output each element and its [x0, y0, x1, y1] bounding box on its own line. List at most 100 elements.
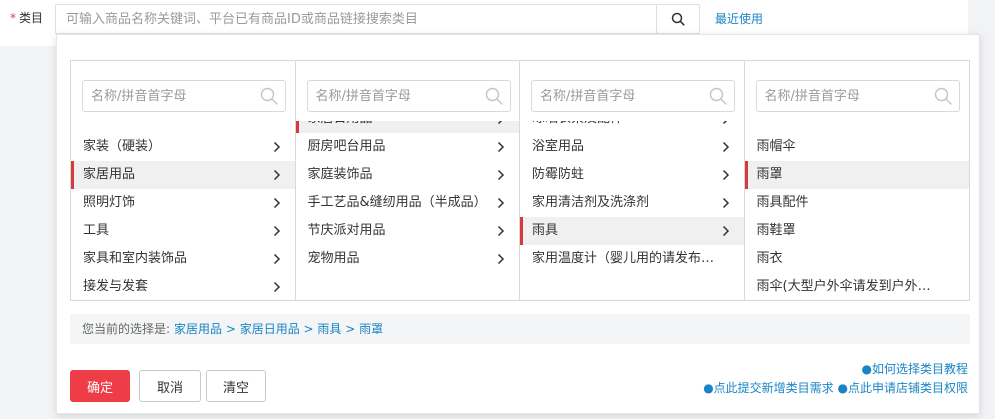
category-tutorial-link[interactable]: ●如何选择类目教程: [703, 360, 968, 379]
category-item-label: 家用清洁剂及洗涤剂: [532, 195, 650, 210]
category-item[interactable]: 家居日用品: [295, 121, 519, 133]
category-item[interactable]: 手工艺品&缝纫用品（半成品）: [296, 189, 520, 217]
category-item[interactable]: 雨鞋罩: [745, 217, 970, 245]
category-item[interactable]: 雨帽伞: [745, 133, 970, 161]
chevron-right-icon: [497, 141, 505, 153]
category-list: 晾晒衣架及配件浴室用品防霉防蛀家用清洁剂及洗涤剂雨具家用温度计（婴儿用的请发布…: [520, 121, 744, 300]
category-item-label: 家装（硬装）: [83, 139, 162, 154]
category-item[interactable]: 雨罩: [744, 161, 969, 189]
column-filter-input[interactable]: [531, 80, 735, 112]
category-list: 家居日用品厨房吧台用品家庭装饰品手工艺品&缝纫用品（半成品） 节庆派对用品宠物用品: [295, 121, 520, 300]
recent-used-link[interactable]: 最近使用: [715, 10, 763, 27]
category-item-label: 家具和室内装饰品: [83, 251, 188, 266]
category-item[interactable]: 雨伞(大型户外伞请发到户外…: [745, 273, 970, 300]
category-item[interactable]: 雨具配件: [745, 189, 970, 217]
category-item-label: 晾晒衣架及配件: [532, 121, 623, 126]
category-item[interactable]: 家庭装饰品: [296, 161, 520, 189]
category-item[interactable]: 家用温度计（婴儿用的请发布…: [520, 245, 744, 273]
category-item[interactable]: 家具和室内装饰品: [71, 245, 295, 273]
category-item-label: 节庆派对用品: [307, 223, 386, 238]
search-icon: [485, 87, 503, 105]
category-item-label: 宠物用品: [307, 251, 360, 266]
chevron-right-icon: [497, 225, 505, 237]
cancel-button[interactable]: 取消: [139, 370, 201, 402]
chevron-right-icon: [722, 121, 727, 125]
chevron-right-icon: [497, 197, 505, 209]
current-selection-path[interactable]: 家居用品 > 家居日用品 > 雨具 > 雨罩: [174, 322, 383, 336]
category-item[interactable]: 家用清洁剂及洗涤剂: [520, 189, 744, 217]
apply-category-permission-link[interactable]: ●点此申请店铺类目权限: [838, 381, 968, 395]
category-item-label: 雨鞋罩: [756, 223, 796, 238]
search-icon: [709, 87, 727, 105]
chevron-right-icon: [273, 169, 280, 181]
category-item-label: 雨衣: [756, 251, 783, 266]
chevron-right-icon: [497, 121, 503, 125]
column-filter-input[interactable]: [306, 80, 511, 112]
chevron-right-icon: [722, 169, 729, 181]
help-links: ●如何选择类目教程 ●点此提交新增类目需求 ●点此申请店铺类目权限: [703, 360, 968, 398]
search-icon: [260, 87, 278, 105]
category-item[interactable]: 浴室用品: [520, 133, 744, 161]
category-item[interactable]: 工具: [71, 217, 295, 245]
category-item[interactable]: 宠物用品: [296, 245, 520, 273]
category-item-label: 照明灯饰: [83, 195, 136, 210]
chevron-right-icon: [273, 225, 280, 237]
category-item-label: 家庭装饰品: [307, 167, 373, 182]
category-item[interactable]: 雨衣: [745, 245, 970, 273]
category-search-input[interactable]: [55, 4, 657, 34]
required-mark: *: [10, 11, 16, 25]
chevron-right-icon: [722, 225, 729, 237]
category-list: 家装（硬装） 家居用品照明灯饰工具家具和室内装饰品 接发与发套: [71, 121, 295, 300]
chevron-right-icon: [273, 197, 280, 209]
chevron-right-icon: [722, 141, 729, 153]
category-item[interactable]: 雨具: [520, 217, 744, 245]
search-icon: [671, 12, 685, 26]
category-item-label: 浴室用品: [532, 139, 585, 154]
category-field-label: * 类目: [10, 9, 43, 26]
category-item-label: 家居用品: [83, 167, 136, 182]
chevron-right-icon: [273, 141, 280, 153]
category-item[interactable]: 防霉防蛀: [520, 161, 744, 189]
chevron-right-icon: [273, 253, 280, 265]
category-item-label: 防霉防蛀: [532, 167, 585, 182]
category-item-label: 家用温度计（婴儿用的请发布…: [532, 251, 715, 266]
submit-new-category-link[interactable]: ●点此提交新增类目需求: [703, 381, 833, 395]
category-columns: 家装（硬装） 家居用品照明灯饰工具家具和室内装饰品接发与发套 家居日用品厨房吧台用…: [70, 60, 970, 301]
category-item[interactable]: 厨房吧台用品: [296, 133, 520, 161]
category-item-label: 工具: [83, 223, 110, 238]
column-filter-input[interactable]: [82, 80, 286, 112]
chevron-right-icon: [722, 197, 729, 209]
current-selection-label: 您当前的选择是:: [82, 322, 171, 336]
category-item-label: 雨帽伞: [756, 139, 796, 154]
category-column-level-1: 家装（硬装） 家居用品照明灯饰工具家具和室内装饰品接发与发套: [71, 61, 296, 300]
category-item-label: 雨罩: [756, 167, 783, 182]
current-selection-bar: 您当前的选择是: 家居用品 > 家居日用品 > 雨具 > 雨罩: [70, 314, 970, 344]
category-item-label: 手工艺品&缝纫用品（半成品）: [307, 195, 487, 210]
chevron-right-icon: [273, 281, 280, 293]
confirm-button[interactable]: 确定: [70, 370, 130, 402]
category-item[interactable]: 家装（硬装）: [71, 133, 295, 161]
search-icon: [934, 87, 952, 105]
category-column-level-4: 雨帽伞雨罩雨具配件雨鞋罩雨衣雨伞(大型户外伞请发到户外…: [744, 61, 970, 300]
category-picker-popup: 家装（硬装） 家居用品照明灯饰工具家具和室内装饰品接发与发套 家居日用品厨房吧台用…: [56, 34, 980, 414]
category-search-button[interactable]: [656, 4, 700, 34]
chevron-right-icon: [497, 169, 505, 181]
category-item[interactable]: 接发与发套: [71, 273, 295, 300]
category-item[interactable]: 家居用品: [71, 161, 295, 189]
category-item[interactable]: 节庆派对用品: [296, 217, 520, 245]
category-column-level-2: 家居日用品厨房吧台用品家庭装饰品手工艺品&缝纫用品（半成品） 节庆派对用品宠物用品: [295, 61, 520, 300]
chevron-right-icon: [497, 253, 505, 265]
category-item[interactable]: 照明灯饰: [71, 189, 295, 217]
category-item-label: 家居日用品: [308, 121, 373, 126]
category-label-text: 类目: [19, 11, 44, 25]
category-item-label: 雨具配件: [756, 195, 809, 210]
column-filter-input[interactable]: [755, 80, 960, 112]
category-item-label: 厨房吧台用品: [307, 139, 386, 154]
category-list: 雨帽伞雨罩雨具配件雨鞋罩雨衣雨伞(大型户外伞请发到户外…: [744, 121, 970, 300]
clear-button[interactable]: 清空: [206, 370, 266, 402]
category-column-level-3: 晾晒衣架及配件浴室用品防霉防蛀家用清洁剂及洗涤剂雨具家用温度计（婴儿用的请发布…: [520, 61, 745, 300]
category-item-label: 雨伞(大型户外伞请发到户外…: [756, 279, 931, 294]
category-item-label: 雨具: [532, 223, 559, 238]
category-item[interactable]: 晾晒衣架及配件: [520, 121, 744, 133]
category-item-label: 接发与发套: [83, 279, 149, 294]
